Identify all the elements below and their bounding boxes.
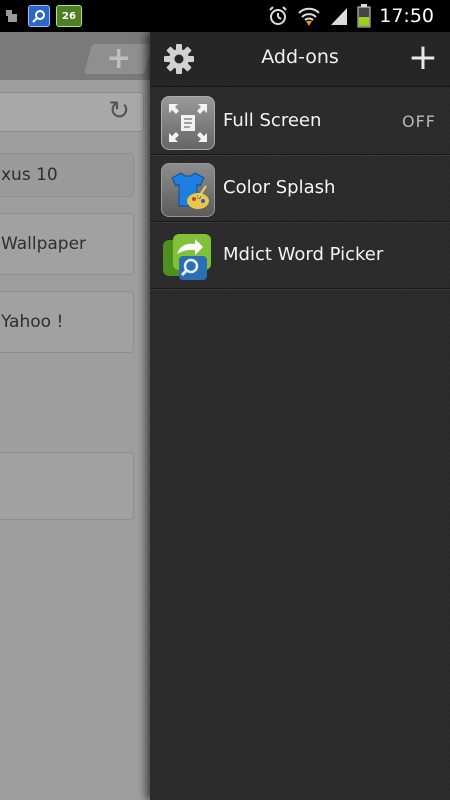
speed-dial-item[interactable] [0, 452, 134, 520]
speed-dial-item[interactable]: Yahoo ! [0, 291, 134, 353]
addon-name: Color Splash [223, 177, 336, 198]
battery-icon [357, 4, 371, 28]
system-icons: 17:50 [267, 4, 434, 28]
notification-icons: 26 [2, 5, 82, 27]
addon-item-color-splash[interactable]: Color Splash [150, 155, 450, 222]
addon-item-mdict-word-picker[interactable]: Mdict Word Picker [150, 222, 450, 289]
addon-item-full-screen[interactable]: Full Screen OFF [150, 88, 450, 155]
browser-panel[interactable]: + ↻ xus 10 Wallpaper Yahoo ! [0, 32, 150, 800]
color-splash-icon [161, 163, 215, 217]
addon-name: Full Screen [223, 110, 322, 131]
speed-dial-item[interactable]: Wallpaper [0, 213, 134, 275]
page-title: Add-ons [261, 46, 339, 68]
plus-icon: + [106, 41, 132, 76]
fullscreen-icon [161, 96, 215, 150]
dictionary-search-icon [28, 5, 50, 27]
addon-status: OFF [402, 112, 436, 131]
status-bar: 26 17:50 [0, 0, 450, 32]
usb-icon [2, 6, 22, 26]
addons-drawer: Add-ons + Full Screen OFF Color Splash M… [150, 32, 450, 800]
clock: 17:50 [379, 5, 434, 27]
new-tab-button[interactable]: + [83, 41, 150, 76]
calendar-icon: 26 [56, 5, 82, 27]
addon-name: Mdict Word Picker [223, 244, 384, 265]
reload-icon[interactable]: ↻ [104, 96, 134, 126]
word-picker-icon [161, 230, 213, 282]
speed-dial-item[interactable]: xus 10 [0, 153, 134, 197]
add-addon-button[interactable]: + [406, 38, 440, 78]
wifi-icon [298, 7, 320, 26]
alarm-icon [269, 6, 287, 25]
addons-header: Add-ons + [150, 32, 450, 87]
signal-icon [331, 8, 348, 25]
